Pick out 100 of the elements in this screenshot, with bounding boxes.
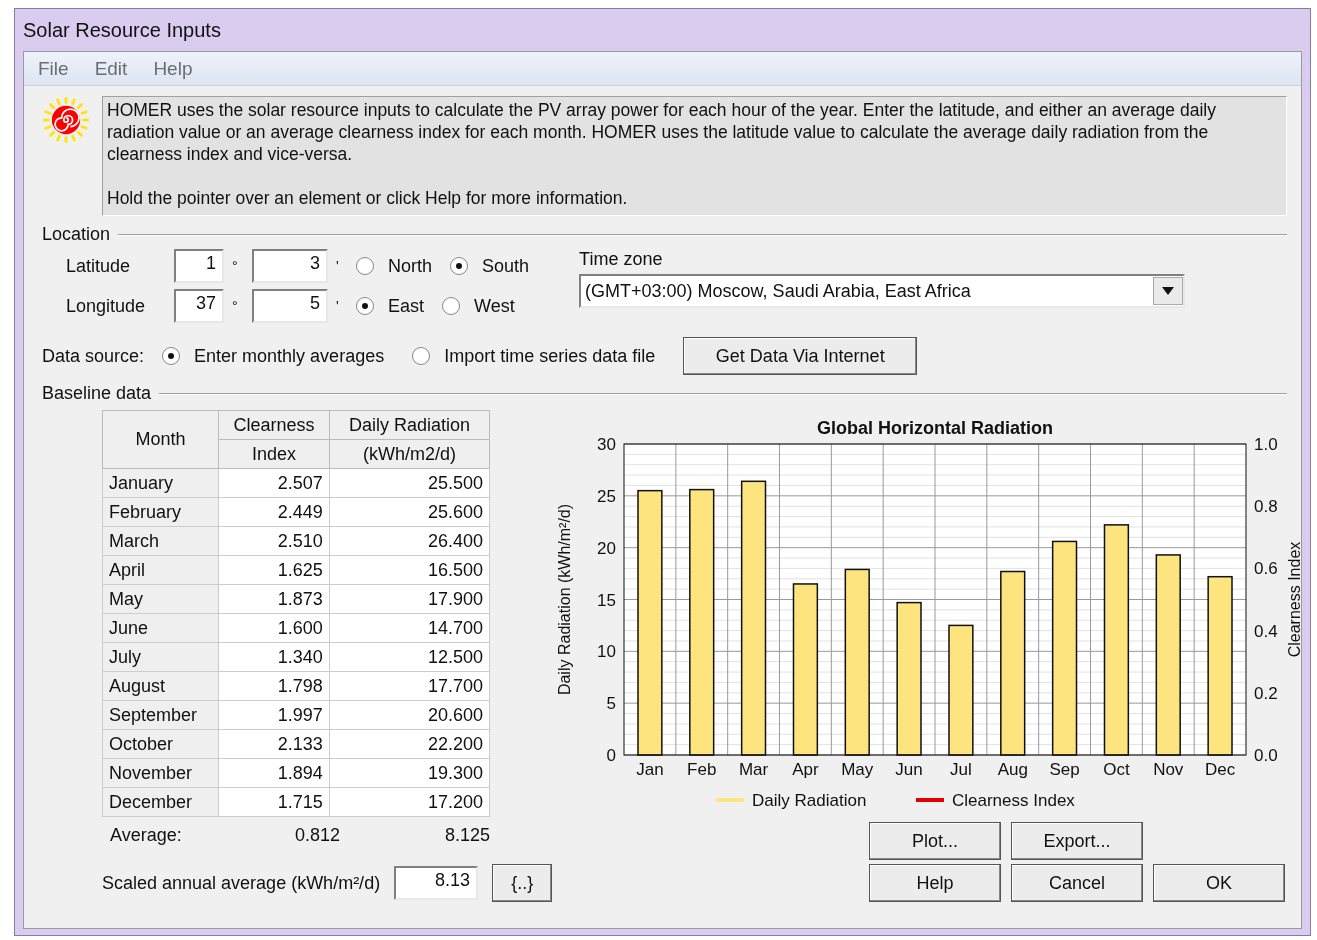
radio-option[interactable]: South [450,255,530,277]
table-cell[interactable]: 19.300 [329,758,490,788]
coordinate-label: Latitude [66,255,132,277]
legend-label: Clearness Index [952,791,1075,810]
x-tick-label: Oct [1103,760,1130,779]
dialog-button[interactable]: OK [1153,864,1285,902]
average-value: 8.125 [443,825,490,846]
table-cell[interactable]: 1.625 [218,555,330,585]
degree-mark: ° [232,258,239,274]
degrees-field[interactable]: 37 [174,289,224,323]
y-tick-label: 0 [606,746,616,765]
radio-option[interactable]: North [356,255,432,277]
data-source-label: Data source: [42,345,145,367]
dialog-button[interactable]: Cancel [1011,864,1143,902]
dialog-button[interactable]: Help [869,864,1001,902]
month-cell: August [102,671,219,701]
chart-title: Global Horizontal Radiation [817,418,1053,438]
radio-option[interactable]: Import time series data file [412,345,656,367]
table-cell[interactable]: 1.997 [218,700,330,730]
month-cell: February [102,497,219,527]
x-tick-label: May [841,760,874,779]
menu-item[interactable]: Edit [94,57,128,80]
table-cell[interactable]: 1.894 [218,758,330,788]
table-cell[interactable]: 2.133 [218,729,330,759]
degrees-field[interactable]: 1 [174,249,224,283]
y-tick-label: 30 [597,435,616,454]
table-cell[interactable]: 16.500 [329,555,490,585]
dialog-button[interactable]: Plot... [869,822,1001,860]
x-tick-label: Dec [1204,760,1236,779]
month-cell: December [102,787,219,817]
info-text: Hold the pointer over an element or click Help for more information. [107,187,629,209]
group-title: Baseline data [42,383,152,404]
dialog-button[interactable]: Export... [1011,822,1143,860]
table-cell[interactable]: 2.449 [218,497,330,527]
table-cell[interactable]: 17.200 [329,787,490,817]
table-cell[interactable]: 17.700 [329,671,490,701]
menu-item[interactable]: File [38,57,69,80]
scaled-average-field[interactable]: 8.13 [394,866,479,900]
month-cell: April [102,555,219,585]
column-header: Index [218,439,330,469]
x-tick-label: Mar [738,760,769,779]
table-cell[interactable]: 22.200 [329,729,490,759]
column-header: Daily Radiation [329,410,490,440]
table-cell[interactable]: 1.798 [218,671,330,701]
degree-mark: ° [232,298,239,314]
time-zone-label: Time zone [579,249,664,270]
table-cell[interactable]: 20.600 [329,700,490,730]
minutes-field[interactable]: 5 [252,289,328,323]
y2-axis-label: Clearness Index [1286,541,1303,658]
y2-tick-label: 0.0 [1254,746,1278,765]
x-tick-label: Jun [895,760,923,779]
month-cell: November [102,758,219,788]
average-label: Average: [110,825,183,846]
table-cell[interactable]: 17.900 [329,584,490,614]
radio-option[interactable]: Enter monthly averages [162,345,385,367]
month-cell: June [102,613,219,643]
table-cell[interactable]: 25.600 [329,497,490,527]
table-cell[interactable]: 1.600 [218,613,330,643]
table-cell[interactable]: 14.700 [329,613,490,643]
table-cell[interactable]: 25.500 [329,468,490,498]
get-data-button[interactable]: Get Data Via Internet [683,337,918,375]
table-cell[interactable]: 1.873 [218,584,330,614]
y-tick-label: 15 [597,590,616,610]
table-cell[interactable]: 2.510 [218,526,330,556]
y-tick-label: 20 [597,538,616,558]
month-cell: September [102,700,219,730]
x-tick-label: Feb [687,760,717,779]
column-header: Month [102,410,219,469]
x-tick-label: Nov [1153,760,1184,779]
y2-tick-label: 0.4 [1254,621,1278,641]
info-text: HOMER uses the solar resource inputs to calculate the PV array power for each hour of the year. Enter the latitude, and either an average daily radiation value or an average clearness index for each month. HOMER uses the latitude value to calculate the average daily radiation from the clearness index and vice-versa. [107,99,1217,165]
table-cell[interactable]: 12.500 [329,642,490,672]
table-cell[interactable]: 1.340 [218,642,330,672]
y-axis-label: Daily Radiation (kWh/m²/d) [556,503,573,696]
menu-item[interactable]: Help [153,57,193,80]
x-tick-label: Sep [1049,760,1080,779]
x-tick-label: Aug [997,760,1028,779]
y2-tick-label: 1.0 [1254,435,1278,454]
y-tick-label: 10 [597,642,616,662]
minutes-field[interactable]: 3 [252,249,328,283]
table-cell[interactable]: 26.400 [329,526,490,556]
sun-spiral-icon [42,96,90,144]
y2-tick-label: 0.6 [1254,559,1278,579]
radio-option[interactable]: East [356,295,425,317]
minute-mark: ' [336,258,340,274]
average-value: 0.812 [293,825,340,846]
column-header: (kWh/m2/d) [329,439,490,469]
window-title: Solar Resource Inputs [23,18,221,42]
x-tick-label: Jan [636,760,664,779]
time-zone-dropdown[interactable]: (GMT+03:00) Moscow, Saudi Arabia, East Africa [579,274,1186,308]
table-cell[interactable]: 2.507 [218,468,330,498]
scaled-average-label: Scaled annual average (kWh/m²/d) [102,872,381,894]
group-title: Location [42,224,111,245]
month-cell: October [102,729,219,759]
sensitivity-button[interactable]: {..} [492,864,553,902]
month-cell: January [102,468,219,498]
radio-option[interactable]: West [442,295,515,317]
table-cell[interactable]: 1.715 [218,787,330,817]
coordinate-label: Longitude [66,295,147,317]
x-tick-label: Apr [792,760,819,779]
